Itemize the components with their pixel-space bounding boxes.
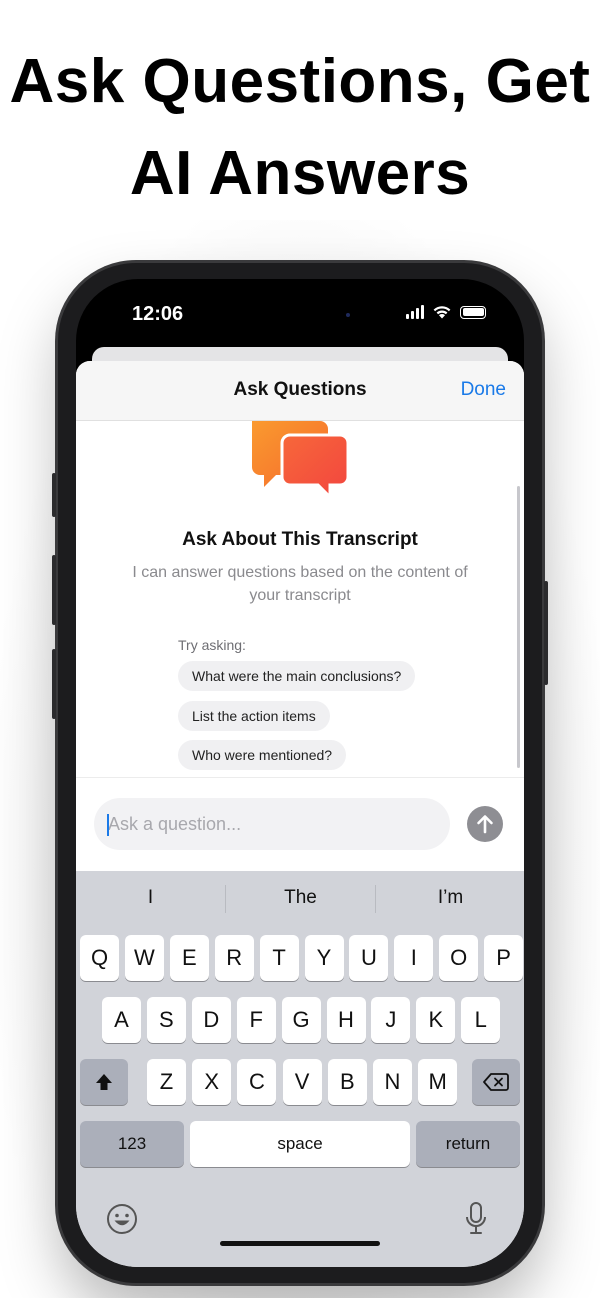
prediction-1[interactable]: I (76, 887, 225, 909)
predictive-bar: I The I’m (76, 871, 524, 927)
shift-icon (96, 1074, 112, 1090)
key-y[interactable]: Y (304, 935, 344, 981)
key-s[interactable]: S (146, 997, 186, 1043)
wifi-icon (433, 306, 451, 319)
key-b[interactable]: B (327, 1059, 367, 1105)
input-area (76, 777, 524, 871)
key-f[interactable]: F (236, 997, 276, 1043)
key-n[interactable]: N (373, 1059, 412, 1105)
home-indicator (220, 1241, 380, 1246)
key-a[interactable]: A (102, 997, 141, 1043)
key-j[interactable]: J (371, 997, 411, 1043)
scrollbar[interactable] (517, 486, 520, 768)
key-h[interactable]: H (326, 997, 366, 1043)
return-key[interactable]: return (416, 1121, 520, 1167)
key-u[interactable]: U (349, 935, 389, 981)
backspace-key[interactable] (472, 1059, 520, 1105)
camera-dot (346, 313, 350, 317)
microphone-icon[interactable] (464, 1201, 488, 1237)
suggestion-chip[interactable]: List the action items (178, 701, 330, 731)
nav-bar: Ask Questions Done (76, 361, 524, 421)
question-input[interactable] (94, 798, 450, 850)
key-l[interactable]: L (461, 997, 501, 1043)
volume-down-button (52, 649, 56, 719)
keyboard: I The I’m QWERTYUIOP ASDFGHJKL ZXCVBNM 1… (76, 871, 524, 1267)
numbers-key[interactable]: 123 (80, 1121, 184, 1167)
space-key[interactable]: space (190, 1121, 410, 1167)
key-p[interactable]: P (484, 935, 524, 981)
emoji-icon[interactable] (106, 1203, 138, 1235)
phone-frame: 12:06 Ask Questions Done Ask About This … (52, 263, 548, 1283)
about-subtitle: I can answer questions based on the cont… (132, 564, 468, 604)
chat-bubbles-icon (252, 421, 350, 497)
about-title: Ask About This Transcript (182, 529, 418, 550)
nav-title: Ask Questions (233, 379, 367, 400)
key-z[interactable]: Z (147, 1059, 186, 1105)
mute-switch (52, 473, 56, 517)
prediction-2[interactable]: The (226, 887, 375, 909)
suggestion-chip[interactable]: What were the main conclusions? (178, 661, 416, 691)
done-button[interactable]: Done (461, 379, 506, 401)
key-t[interactable]: T (259, 935, 299, 981)
key-e[interactable]: E (169, 935, 209, 981)
send-button[interactable] (467, 806, 503, 842)
key-k[interactable]: K (416, 997, 456, 1043)
send-arrow-icon (477, 815, 493, 834)
key-w[interactable]: W (124, 935, 164, 981)
cellular-signal-icon (406, 305, 424, 319)
headline-line-2: AI Answers (129, 139, 471, 208)
prediction-3[interactable]: I’m (376, 887, 524, 909)
power-button (544, 581, 548, 685)
key-i[interactable]: I (394, 935, 434, 981)
status-time: 12:06 (132, 303, 184, 325)
text-caret (107, 814, 109, 836)
headline-line-1: Ask Questions, Get (9, 47, 591, 116)
ask-questions-sheet: Ask Questions Done Ask About This Transc… (76, 361, 524, 1267)
key-d[interactable]: D (191, 997, 231, 1043)
keyboard-bottom-bar (76, 1191, 524, 1267)
backspace-icon (483, 1073, 509, 1091)
phone-screen: 12:06 Ask Questions Done Ask About This … (76, 279, 524, 1267)
key-m[interactable]: M (418, 1059, 458, 1105)
key-g[interactable]: G (281, 997, 321, 1043)
volume-up-button (52, 555, 56, 625)
key-o[interactable]: O (439, 935, 479, 981)
key-x[interactable]: X (192, 1059, 232, 1105)
suggestion-chip[interactable]: Who were mentioned? (178, 740, 347, 770)
key-v[interactable]: V (282, 1059, 322, 1105)
battery-icon (460, 305, 486, 319)
key-r[interactable]: R (214, 935, 254, 981)
status-icons (406, 305, 486, 319)
try-asking-label: Try asking: (178, 637, 246, 653)
shift-key[interactable] (80, 1059, 128, 1105)
key-c[interactable]: C (237, 1059, 277, 1105)
key-q[interactable]: Q (80, 935, 119, 981)
headline: Ask Questions, Get AI Answers (0, 36, 600, 220)
